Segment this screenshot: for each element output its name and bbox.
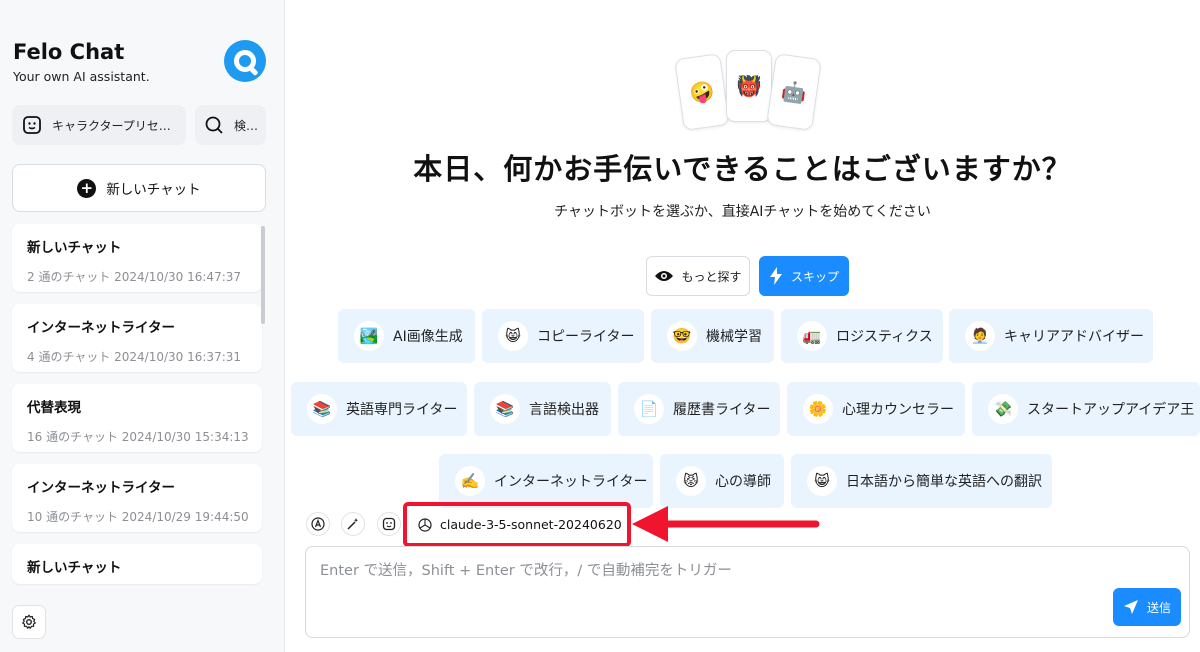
bot-avatar-icon: 📚 — [490, 394, 520, 424]
search-button[interactable]: 検… — [195, 105, 266, 145]
explore-more-button[interactable]: もっと探す — [646, 256, 750, 296]
character-cards-illustration: 🤪 👹 🤖 — [674, 50, 825, 132]
card-emoji: 🤪 — [674, 53, 730, 131]
bot-label: スタートアップアイデア王 — [1027, 402, 1195, 418]
bot-avatar-icon: 📄 — [634, 394, 664, 424]
card-emoji: 🤖 — [766, 53, 822, 131]
chat-title: インターネットライター — [27, 320, 175, 336]
card-emoji: 👹 — [726, 50, 772, 122]
bot-chip[interactable]: 📚 英語専門ライター — [291, 382, 467, 436]
bot-avatar-icon: 💸 — [988, 394, 1018, 424]
new-chat-button[interactable]: + 新しいチャット — [12, 164, 266, 212]
chat-history-list: 新しいチャット 2 通のチャット 2024/10/30 16:47:37 インタ… — [12, 224, 262, 596]
message-input[interactable] — [306, 547, 1189, 637]
chat-history-item[interactable]: 新しいチャット 2 通のチャット 2024/10/30 16:47:37 — [12, 224, 262, 292]
send-label: 送信 — [1146, 600, 1171, 615]
explore-more-label: もっと探す — [681, 269, 742, 284]
settings-button[interactable] — [12, 605, 46, 639]
eye-icon — [655, 271, 674, 281]
translate-button[interactable] — [306, 512, 330, 536]
bot-label: コピーライター — [537, 329, 635, 345]
bot-avatar-icon: 😸 — [498, 321, 528, 351]
bot-label: 心の導師 — [715, 474, 771, 490]
search-icon — [205, 116, 223, 134]
character-preset-label: キャラクタープリセ… — [52, 118, 171, 133]
page-subtitle: チャットボットを選ぶか、直接AIチャットを始めてください — [554, 204, 931, 220]
send-button[interactable]: 送信 — [1113, 588, 1181, 626]
bot-chip[interactable]: 🤓 機械学習 — [651, 309, 774, 363]
gear-icon — [22, 614, 36, 629]
character-button[interactable] — [377, 512, 401, 536]
bot-avatar-icon: 🌼 — [803, 394, 833, 424]
chat-meta: 16 通のチャット 2024/10/30 15:34:13 — [27, 430, 249, 444]
chat-history-item[interactable]: 代替表現 16 通のチャット 2024/10/30 15:34:13 — [12, 384, 262, 452]
chat-title: 新しいチャット — [27, 240, 122, 256]
bot-label: 心理カウンセラー — [842, 402, 954, 418]
bot-chip[interactable]: 🏞️ AI画像生成 — [338, 309, 475, 363]
bot-chip[interactable]: 💸 スタートアップアイデア王 — [972, 382, 1200, 436]
bot-avatar-icon: 🚛 — [797, 321, 827, 351]
bot-label: 言語検出器 — [529, 402, 599, 418]
chat-meta: 4 通のチャット 2024/10/30 16:37:31 — [27, 350, 242, 364]
chat-title: 新しいチャット — [27, 560, 122, 576]
sidebar: Felo Chat Your own AI assistant. キャラクタープ… — [0, 0, 285, 652]
chat-title: 代替表現 — [27, 400, 81, 416]
annotation-arrow-icon — [632, 506, 820, 542]
magic-wand-icon — [347, 518, 359, 530]
bot-chip[interactable]: 🧑‍💼 キャリアアドバイザー — [949, 309, 1153, 363]
magic-wand-button[interactable] — [341, 512, 365, 536]
character-preset-button[interactable]: キャラクタープリセ… — [12, 105, 186, 145]
bot-label: AI画像生成 — [393, 329, 463, 345]
chat-history-item[interactable]: インターネットライター 10 通のチャット 2024/10/29 19:44:5… — [12, 464, 262, 532]
bot-avatar-icon: 🏞️ — [354, 321, 384, 351]
bot-label: インターネットライター — [494, 474, 648, 490]
translate-icon — [311, 517, 325, 531]
sidebar-scrollbar[interactable] — [261, 226, 265, 324]
felo-logo-icon — [224, 40, 266, 82]
bot-chip[interactable]: 📚 言語検出器 — [474, 382, 611, 436]
bot-label: 機械学習 — [706, 329, 762, 345]
skip-button[interactable]: スキップ — [759, 256, 849, 296]
chat-meta: 2 通のチャット 2024/10/30 16:47:37 — [27, 270, 242, 284]
bot-avatar-icon: ✍️ — [455, 466, 485, 496]
bot-avatar-icon: 😾 — [676, 466, 706, 496]
chat-meta: 10 通のチャット 2024/10/29 19:44:50 — [27, 510, 249, 524]
bot-label: 英語専門ライター — [346, 402, 458, 418]
robot-face-icon — [23, 116, 41, 134]
bot-chip[interactable]: 😸 日本語から簡単な英語への翻訳 — [791, 454, 1052, 508]
bot-label: ロジスティクス — [836, 329, 933, 345]
new-chat-label: 新しいチャット — [106, 182, 201, 198]
bot-label: 日本語から簡単な英語への翻訳 — [846, 474, 1042, 490]
bot-avatar-icon: 🧑‍💼 — [965, 321, 995, 351]
lightning-icon — [769, 267, 782, 285]
bot-avatar-icon: 🤓 — [667, 321, 697, 351]
page-headline: 本日、何かお手伝いできることはございますか？ — [413, 152, 1072, 186]
brand-title: Felo Chat — [13, 40, 125, 64]
brand-subtitle: Your own AI assistant. — [13, 69, 150, 84]
send-icon — [1123, 600, 1138, 614]
bot-chip[interactable]: ✍️ インターネットライター — [439, 454, 653, 508]
bot-label: 履歴書ライター — [673, 402, 771, 418]
skip-label: スキップ — [790, 269, 839, 284]
bot-label: キャリアアドバイザー — [1004, 329, 1144, 345]
bot-avatar-icon: 📚 — [307, 394, 337, 424]
plus-icon: + — [77, 178, 97, 198]
chat-history-item[interactable]: 新しいチャット — [12, 544, 262, 584]
search-label: 検… — [234, 118, 259, 133]
bot-avatar-icon: 😸 — [807, 466, 837, 496]
bot-chip[interactable]: 📄 履歴書ライター — [618, 382, 780, 436]
robot-face-icon — [382, 517, 396, 531]
chat-title: インターネットライター — [27, 480, 175, 496]
message-input-box — [305, 546, 1190, 638]
chat-history-item[interactable]: インターネットライター 4 通のチャット 2024/10/30 16:37:31 — [12, 304, 262, 372]
bot-chip[interactable]: 🚛 ロジスティクス — [781, 309, 943, 363]
bot-chip[interactable]: 😸 コピーライター — [482, 309, 644, 363]
annotation-highlight-box — [403, 502, 631, 547]
bot-chip[interactable]: 🌼 心理カウンセラー — [787, 382, 965, 436]
